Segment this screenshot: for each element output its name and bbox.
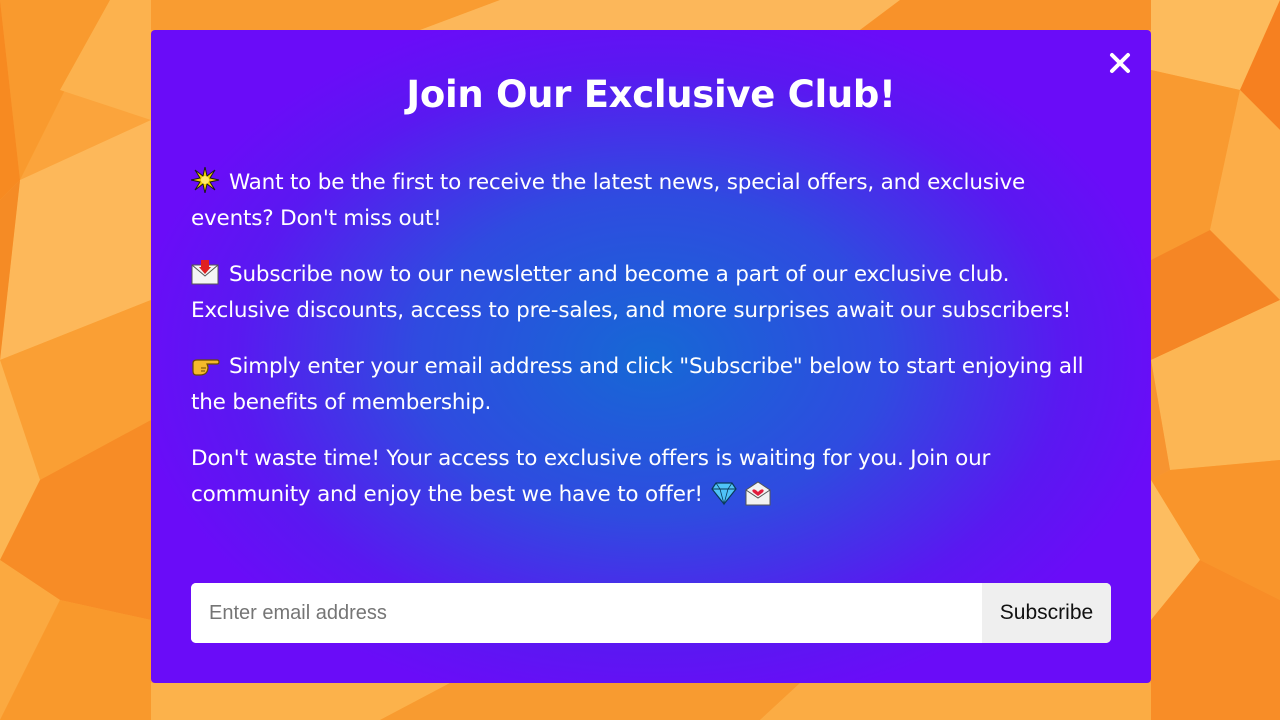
subscribe-text: Subscribe now to our newsletter and beco… [191, 262, 1072, 323]
subscribe-modal: Join Our Exclusive Club! Want to be the … [151, 30, 1151, 683]
modal-title: Join Our Exclusive Club! [406, 73, 896, 116]
email-input[interactable] [191, 583, 982, 643]
closing-paragraph: Don't waste time! Your access to exclusi… [191, 441, 1111, 513]
closing-text: Don't waste time! Your access to exclusi… [191, 446, 991, 507]
envelope-icon [191, 259, 220, 285]
subscribe-button[interactable]: Subscribe [982, 583, 1111, 643]
instructions-paragraph: Simply enter your email address and clic… [191, 349, 1111, 421]
love-letter-icon [745, 480, 771, 506]
sparkle-star-icon [191, 167, 220, 193]
close-x-icon[interactable] [1109, 52, 1131, 74]
subscribe-paragraph: Subscribe now to our newsletter and beco… [191, 257, 1111, 329]
pointing-right-hand-icon [191, 351, 220, 377]
gem-icon [711, 480, 737, 506]
instructions-text: Simply enter your email address and clic… [191, 354, 1084, 415]
intro-text: Want to be the first to receive the late… [191, 170, 1026, 231]
close-button[interactable] [1109, 52, 1131, 74]
intro-paragraph: Want to be the first to receive the late… [191, 165, 1111, 237]
subscribe-form: Subscribe [191, 583, 1111, 643]
